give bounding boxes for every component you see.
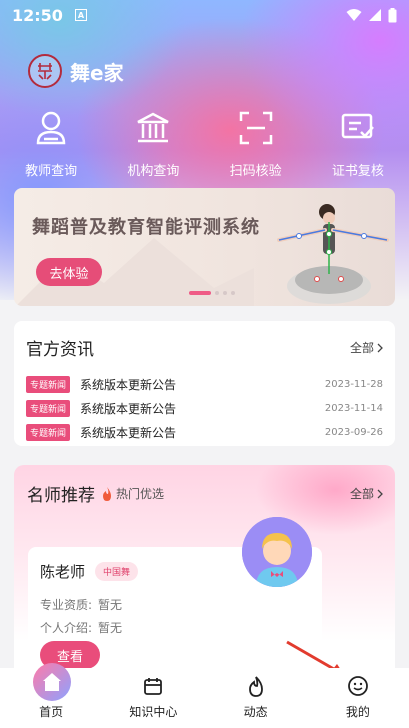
quick-action-scan-verify[interactable]: 扫码核验 — [208, 108, 304, 179]
tab-label: 动态 — [243, 705, 268, 719]
home-icon[interactable] — [33, 663, 71, 701]
dance-type-badge: 中国舞 — [95, 562, 139, 581]
more-label: 全部 — [349, 341, 374, 355]
hot-picks-label: 热门优选 — [101, 485, 164, 502]
news-section-title: 官方资讯 — [26, 340, 94, 360]
teachers-more-link[interactable]: 全部 — [350, 485, 383, 502]
news-item[interactable]: 专题新闻 系统版本更新公告 2023-11-28 — [26, 372, 383, 396]
tab-moments[interactable]: 动态 — [216, 673, 296, 720]
teacher-section-title: 名师推荐 — [27, 486, 95, 506]
banner-pagination — [189, 291, 235, 295]
news-tag: 专题新闻 — [26, 375, 71, 393]
banner-title: 舞蹈普及教育智能评测系统 — [32, 217, 260, 238]
news-title: 系统版本更新公告 — [80, 401, 177, 416]
status-bar: 12:50 A — [0, 0, 409, 30]
quick-action-label: 机构查询 — [127, 164, 180, 179]
news-item[interactable]: 专题新闻 系统版本更新公告 2023-09-26 — [26, 420, 383, 444]
hot-label: 热门优选 — [116, 487, 165, 501]
quick-actions: 教师查询 机构查询 扫码核验 证书复核 — [0, 108, 409, 179]
pagination-dot[interactable] — [231, 291, 235, 295]
status-time: 12:50 — [12, 5, 63, 25]
ballerina-image — [277, 204, 389, 304]
official-news-card: 官方资讯 全部 专题新闻 系统版本更新公告 2023-11-28 专题新闻 系统… — [14, 321, 395, 446]
news-tag: 专题新闻 — [26, 423, 71, 441]
app-title: 舞e家 — [70, 60, 124, 85]
teacher-intro: 个人介绍: 暂无 — [40, 621, 123, 635]
more-label: 全部 — [349, 487, 374, 501]
news-title: 系统版本更新公告 — [80, 377, 177, 392]
quick-action-label: 教师查询 — [25, 164, 78, 179]
news-list: 专题新闻 系统版本更新公告 2023-11-28 专题新闻 系统版本更新公告 2… — [26, 372, 383, 444]
pagination-dot[interactable] — [215, 291, 219, 295]
quick-action-label: 扫码核验 — [229, 164, 282, 179]
chevron-right-icon — [377, 489, 383, 498]
quick-action-certificate-review[interactable]: 证书复核 — [310, 108, 406, 179]
wifi-icon — [346, 9, 362, 21]
news-title: 系统版本更新公告 — [80, 425, 177, 440]
teacher-name: 陈老师 — [40, 563, 86, 581]
app-header: 舞e家 — [28, 54, 124, 88]
quick-action-label: 证书复核 — [331, 164, 384, 179]
certificate-icon — [338, 108, 378, 148]
status-indicator: A — [74, 9, 87, 21]
tab-label: 知识中心 — [129, 705, 178, 719]
quick-action-institution-search[interactable]: 机构查询 — [105, 108, 201, 179]
flame-icon — [243, 673, 269, 699]
pagination-dot[interactable] — [223, 291, 227, 295]
news-date: 2023-11-14 — [324, 402, 383, 414]
person-search-icon — [31, 108, 71, 148]
pagination-dot[interactable] — [189, 291, 211, 295]
scan-icon — [236, 108, 276, 148]
app-logo — [28, 54, 62, 88]
quick-action-teacher-search[interactable]: 教师查询 — [3, 108, 99, 179]
news-item[interactable]: 专题新闻 系统版本更新公告 2023-11-14 — [26, 396, 383, 420]
banner-try-button[interactable]: 去体验 — [36, 258, 102, 286]
institution-icon — [133, 108, 173, 148]
news-date: 2023-11-28 — [324, 378, 383, 390]
promo-banner[interactable]: 舞蹈普及教育智能评测系统 去体验 — [14, 188, 395, 306]
chevron-right-icon — [377, 343, 383, 352]
battery-icon — [388, 7, 397, 22]
tab-label: 首页 — [39, 705, 64, 719]
news-date: 2023-09-26 — [324, 426, 383, 438]
tab-label: 我的 — [345, 705, 370, 719]
tab-knowledge-center[interactable]: 知识中心 — [113, 673, 193, 720]
smiley-icon — [345, 673, 371, 699]
news-more-link[interactable]: 全部 — [350, 339, 383, 356]
calendar-icon — [140, 673, 166, 699]
flame-icon — [103, 486, 111, 501]
teacher-avatar — [242, 517, 312, 587]
cell-signal-icon — [369, 9, 381, 21]
teacher-qualification: 专业资质: 暂无 — [40, 598, 123, 612]
tab-mine[interactable]: 我的 — [318, 673, 398, 720]
news-tag: 专题新闻 — [26, 399, 71, 417]
